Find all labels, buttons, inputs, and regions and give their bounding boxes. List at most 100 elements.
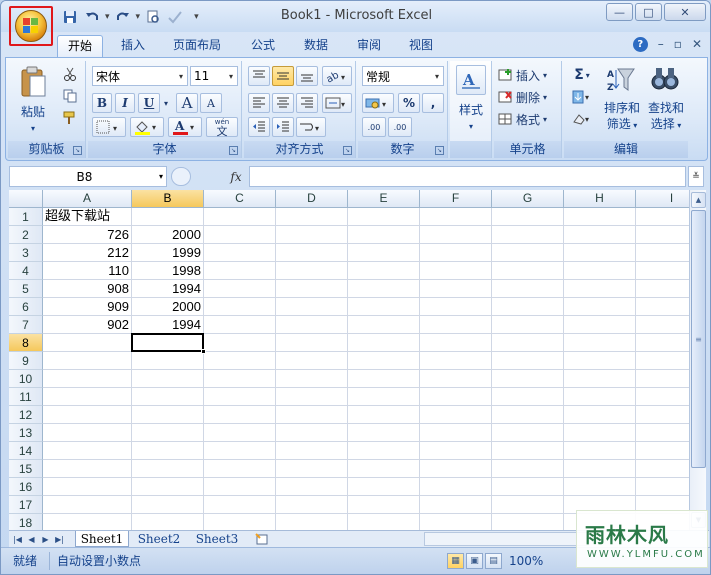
cell-d12[interactable] [276,406,348,424]
cell-f15[interactable] [420,460,492,478]
find-select-icon[interactable] [648,65,682,95]
maximize-button[interactable]: □ [635,3,662,21]
cell-i1[interactable] [636,208,689,226]
align-right-button[interactable] [296,93,318,113]
cell-c15[interactable] [204,460,276,478]
cell-h1[interactable] [564,208,636,226]
print-preview-icon[interactable] [144,8,162,26]
cell-e15[interactable] [348,460,420,478]
cell-h6[interactable] [564,298,636,316]
horizontal-scrollbar[interactable] [424,532,589,546]
cell-f17[interactable] [420,496,492,514]
cell-b17[interactable] [132,496,204,514]
row-header-6[interactable]: 6 [9,298,43,316]
underline-dropdown-icon[interactable]: ▾ [161,93,171,113]
italic-button[interactable]: I [115,93,135,113]
cell-c12[interactable] [204,406,276,424]
spelling-icon[interactable] [166,8,184,26]
cell-g6[interactable] [492,298,564,316]
ribbon-close-button[interactable]: ✕ [692,37,702,52]
delete-cells-button[interactable]: 删除 ▾ [498,87,560,107]
cell-d10[interactable] [276,370,348,388]
tab-view[interactable]: 视图 [399,35,443,57]
cell-b5[interactable]: 1994 [132,280,204,298]
accounting-format-button[interactable]: ▾ [362,93,394,113]
tab-home[interactable]: 开始 [57,35,104,57]
cell-f1[interactable] [420,208,492,226]
insert-dropdown-icon[interactable]: ▾ [543,71,547,80]
cell-a13[interactable] [43,424,132,442]
grow-font-button[interactable]: A [176,93,198,113]
cell-e14[interactable] [348,442,420,460]
cell-b16[interactable] [132,478,204,496]
cell-i16[interactable] [636,478,689,496]
number-format-combo[interactable]: 常规 ▾ [362,66,444,86]
clear-button[interactable]: ▾ [568,109,596,129]
cell-f5[interactable] [420,280,492,298]
vertical-scrollbar[interactable]: ▲ ≡ ▼ [689,190,706,530]
autosum-dropdown-icon[interactable]: ▾ [586,71,590,80]
column-header-g[interactable]: G [492,190,564,208]
paste-dropdown-icon[interactable]: ▾ [14,121,52,136]
wrap-text-button[interactable]: ▾ [296,117,326,137]
cell-h8[interactable] [564,334,636,352]
cell-h7[interactable] [564,316,636,334]
cell-g7[interactable] [492,316,564,334]
column-header-e[interactable]: E [348,190,420,208]
cell-d9[interactable] [276,352,348,370]
cell-g15[interactable] [492,460,564,478]
cell-a15[interactable] [43,460,132,478]
cell-c8[interactable] [204,334,276,352]
prev-sheet-icon[interactable]: ◀ [25,532,38,546]
sort-filter-button[interactable]: 筛选 ▾ [600,117,644,133]
cell-c18[interactable] [204,514,276,530]
cell-e2[interactable] [348,226,420,244]
alignment-launcher-icon[interactable]: ↘ [343,146,352,155]
row-header-18[interactable]: 18 [9,514,43,530]
cell-d13[interactable] [276,424,348,442]
cell-e1[interactable] [348,208,420,226]
cell-a4[interactable]: 110 [43,262,132,280]
cell-b6[interactable]: 2000 [132,298,204,316]
cell-g9[interactable] [492,352,564,370]
borders-button[interactable]: ▾ [92,117,126,137]
cell-a5[interactable]: 908 [43,280,132,298]
cell-b15[interactable] [132,460,204,478]
cell-h3[interactable] [564,244,636,262]
cell-i14[interactable] [636,442,689,460]
cell-e12[interactable] [348,406,420,424]
cell-b2[interactable]: 2000 [132,226,204,244]
cell-g8[interactable] [492,334,564,352]
next-sheet-icon[interactable]: ▶ [39,532,52,546]
phonetic-button[interactable]: wén 文 [206,117,238,137]
cell-i11[interactable] [636,388,689,406]
cell-e13[interactable] [348,424,420,442]
cell-i12[interactable] [636,406,689,424]
cell-i10[interactable] [636,370,689,388]
cell-b9[interactable] [132,352,204,370]
row-header-8[interactable]: 8 [9,334,43,352]
cell-c13[interactable] [204,424,276,442]
cell-h16[interactable] [564,478,636,496]
column-header-h[interactable]: H [564,190,636,208]
column-header-i[interactable]: I [636,190,689,208]
cell-e9[interactable] [348,352,420,370]
cell-d15[interactable] [276,460,348,478]
cell-h14[interactable] [564,442,636,460]
merge-center-button[interactable]: ▾ [322,93,352,113]
row-header-13[interactable]: 13 [9,424,43,442]
cell-d5[interactable] [276,280,348,298]
sheet-tab-3[interactable]: Sheet3 [191,531,243,547]
row-header-3[interactable]: 3 [9,244,43,262]
insert-function-button[interactable]: fx [225,167,247,186]
cell-f4[interactable] [420,262,492,280]
tab-review[interactable]: 审阅 [347,35,391,57]
cell-i13[interactable] [636,424,689,442]
minimize-button[interactable]: — [606,3,633,21]
cell-a18[interactable] [43,514,132,530]
underline-button[interactable]: U [138,93,160,113]
cell-d1[interactable] [276,208,348,226]
cell-a12[interactable] [43,406,132,424]
cell-i3[interactable] [636,244,689,262]
row-header-16[interactable]: 16 [9,478,43,496]
